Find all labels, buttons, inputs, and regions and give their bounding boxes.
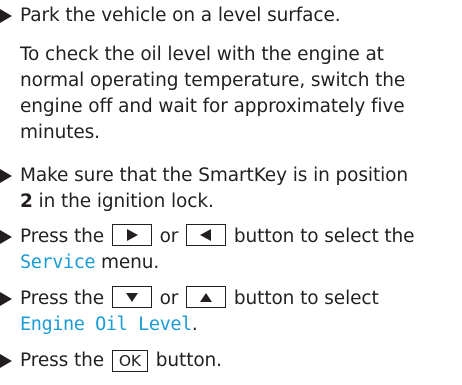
down-arrow-button-icon xyxy=(111,286,152,308)
step-text: Press the or button to select Engine Oil… xyxy=(20,286,379,338)
step-text: Press the or button to select the Servic… xyxy=(20,224,415,276)
oil-check-note: To check the oil level with the engine a… xyxy=(20,42,462,146)
triangle-bullet-icon xyxy=(0,9,12,23)
note-line: minutes. xyxy=(20,122,100,143)
step-text-fragment: button to select xyxy=(233,288,379,309)
instruction-document: Park the vehicle on a level surface. To … xyxy=(0,0,462,385)
step-text-fragment: Press the xyxy=(20,226,105,247)
triangle-bullet-icon xyxy=(0,354,12,368)
step-text-fragment: or xyxy=(159,226,179,247)
step-text: Make sure that the SmartKey is in positi… xyxy=(20,163,408,215)
step-text-fragment: Press the xyxy=(20,350,105,371)
step-text-line: Service menu. xyxy=(20,250,414,276)
triangle-bullet-icon xyxy=(0,230,12,244)
service-menu-label: Service xyxy=(20,252,96,273)
position-number: 2 xyxy=(20,191,33,212)
step-text-fragment: menu. xyxy=(95,252,160,273)
note-line: normal operating temperature, switch the xyxy=(20,70,406,91)
note-line: To check the oil level with the engine a… xyxy=(20,44,384,65)
note-line: engine off and wait for approximately fi… xyxy=(20,96,405,117)
left-arrow-button-icon xyxy=(186,224,227,246)
step-text-fragment: in the ignition lock. xyxy=(32,191,214,212)
up-arrow-button-icon xyxy=(186,286,227,308)
step-text-line: Press the or button to select the xyxy=(20,224,415,250)
step-text-fragment: button to select the xyxy=(233,226,415,247)
step-text-line: Make sure that the SmartKey is in positi… xyxy=(20,165,408,186)
step-text-fragment: or xyxy=(159,288,179,309)
step-text-line: Press the or button to select xyxy=(20,286,379,312)
step-text-fragment: . xyxy=(191,314,198,335)
ok-button-icon: OK xyxy=(111,350,148,372)
step-text-fragment: Press the xyxy=(20,288,105,309)
step-text-line: Engine Oil Level. xyxy=(20,312,379,338)
right-arrow-button-icon xyxy=(111,224,152,246)
step-text: Press the OK button. xyxy=(20,348,222,374)
step-text-line: 2 in the ignition lock. xyxy=(20,189,408,215)
step-text: Park the vehicle on a level surface. xyxy=(20,5,341,26)
engine-oil-level-label: Engine Oil Level xyxy=(20,314,192,335)
triangle-bullet-icon xyxy=(0,169,12,183)
triangle-bullet-icon xyxy=(0,292,12,306)
step-text-fragment: button. xyxy=(155,350,222,371)
